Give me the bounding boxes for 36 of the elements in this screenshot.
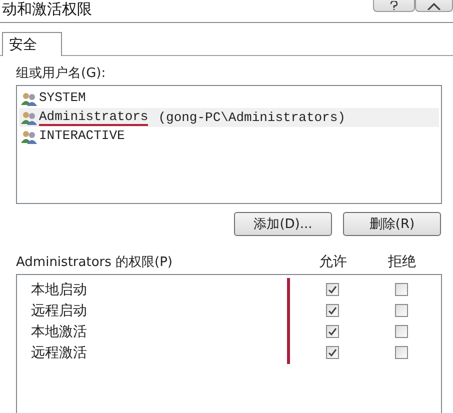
column-header: 拒绝 <box>387 253 417 271</box>
checkbox[interactable] <box>326 346 338 359</box>
checkbox[interactable] <box>326 304 338 317</box>
user-row[interactable]: SYSTEM <box>19 89 439 108</box>
check-icon <box>328 306 336 315</box>
column-header: 允许 <box>318 253 348 271</box>
user-name: SYSTEM <box>39 90 86 107</box>
groups-label: 组或用户名(G): <box>16 66 107 82</box>
permission-name: 本地激活 <box>30 322 88 340</box>
permission-name: 远程激活 <box>30 344 88 362</box>
check-icon <box>328 285 336 294</box>
users-icon <box>21 92 37 106</box>
checkbox[interactable] <box>326 325 338 338</box>
check-icon <box>328 348 336 357</box>
permission-name: 远程启动 <box>30 302 88 320</box>
permission-name: 本地启动 <box>30 280 88 298</box>
users-icon <box>21 130 37 144</box>
window-title: 动和激活权限 <box>2 0 93 18</box>
user-name: Administrators <box>39 109 148 126</box>
user-row[interactable]: Administrators (gong-PC\Administrators) <box>19 108 439 127</box>
user-detail: (gong-PC\Administrators) <box>158 110 346 125</box>
permissions-label: Administrators 的权限(P) <box>16 255 174 271</box>
checkbox[interactable] <box>394 325 408 338</box>
help-icon <box>390 1 398 10</box>
checkbox[interactable] <box>394 304 408 317</box>
close-icon <box>427 2 441 10</box>
add-button[interactable]: 添加(D)... <box>234 212 332 236</box>
remove-button[interactable]: 删除(R) <box>343 212 441 236</box>
checkbox[interactable] <box>394 346 408 359</box>
users-icon <box>21 110 37 124</box>
check-icon <box>328 327 336 336</box>
checkbox[interactable] <box>394 283 408 296</box>
tab[interactable]: 安全 <box>2 32 62 56</box>
checkbox[interactable] <box>326 283 338 296</box>
user-name: INTERACTIVE <box>39 128 125 145</box>
user-row[interactable]: INTERACTIVE <box>19 127 439 146</box>
